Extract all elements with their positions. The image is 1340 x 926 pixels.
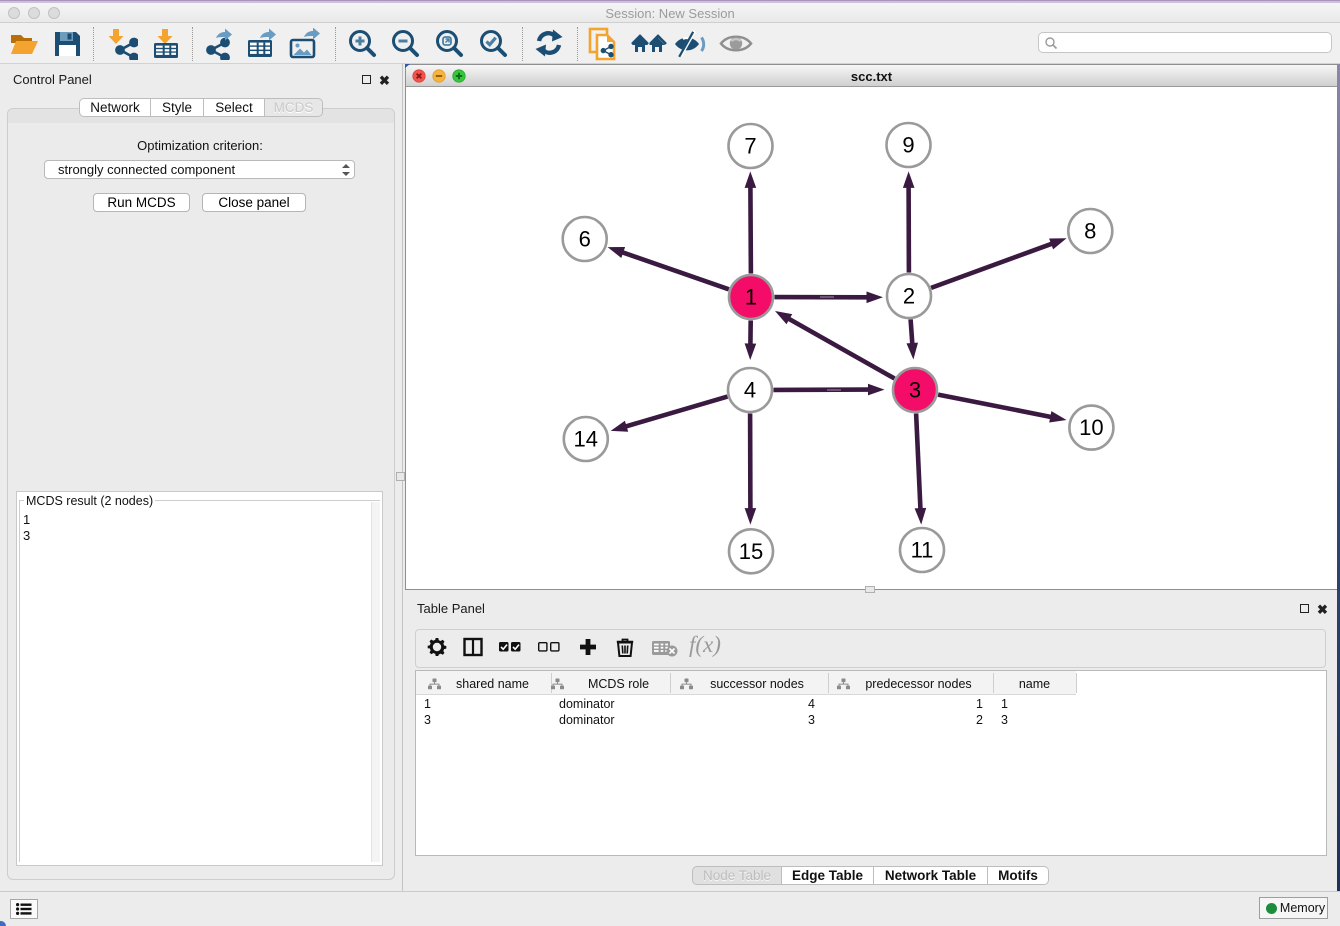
- svg-text:6: 6: [579, 227, 591, 252]
- svg-text:4: 4: [744, 378, 756, 403]
- svg-text:10: 10: [1079, 415, 1103, 440]
- svg-text:3: 3: [909, 378, 921, 403]
- svg-text:8: 8: [1084, 219, 1096, 244]
- svg-text:2: 2: [903, 284, 915, 309]
- svg-text:1: 1: [745, 285, 757, 310]
- svg-text:15: 15: [739, 539, 763, 564]
- svg-text:7: 7: [744, 134, 756, 159]
- svg-text:9: 9: [902, 133, 914, 158]
- svg-text:14: 14: [574, 427, 598, 452]
- svg-text:11: 11: [911, 538, 934, 563]
